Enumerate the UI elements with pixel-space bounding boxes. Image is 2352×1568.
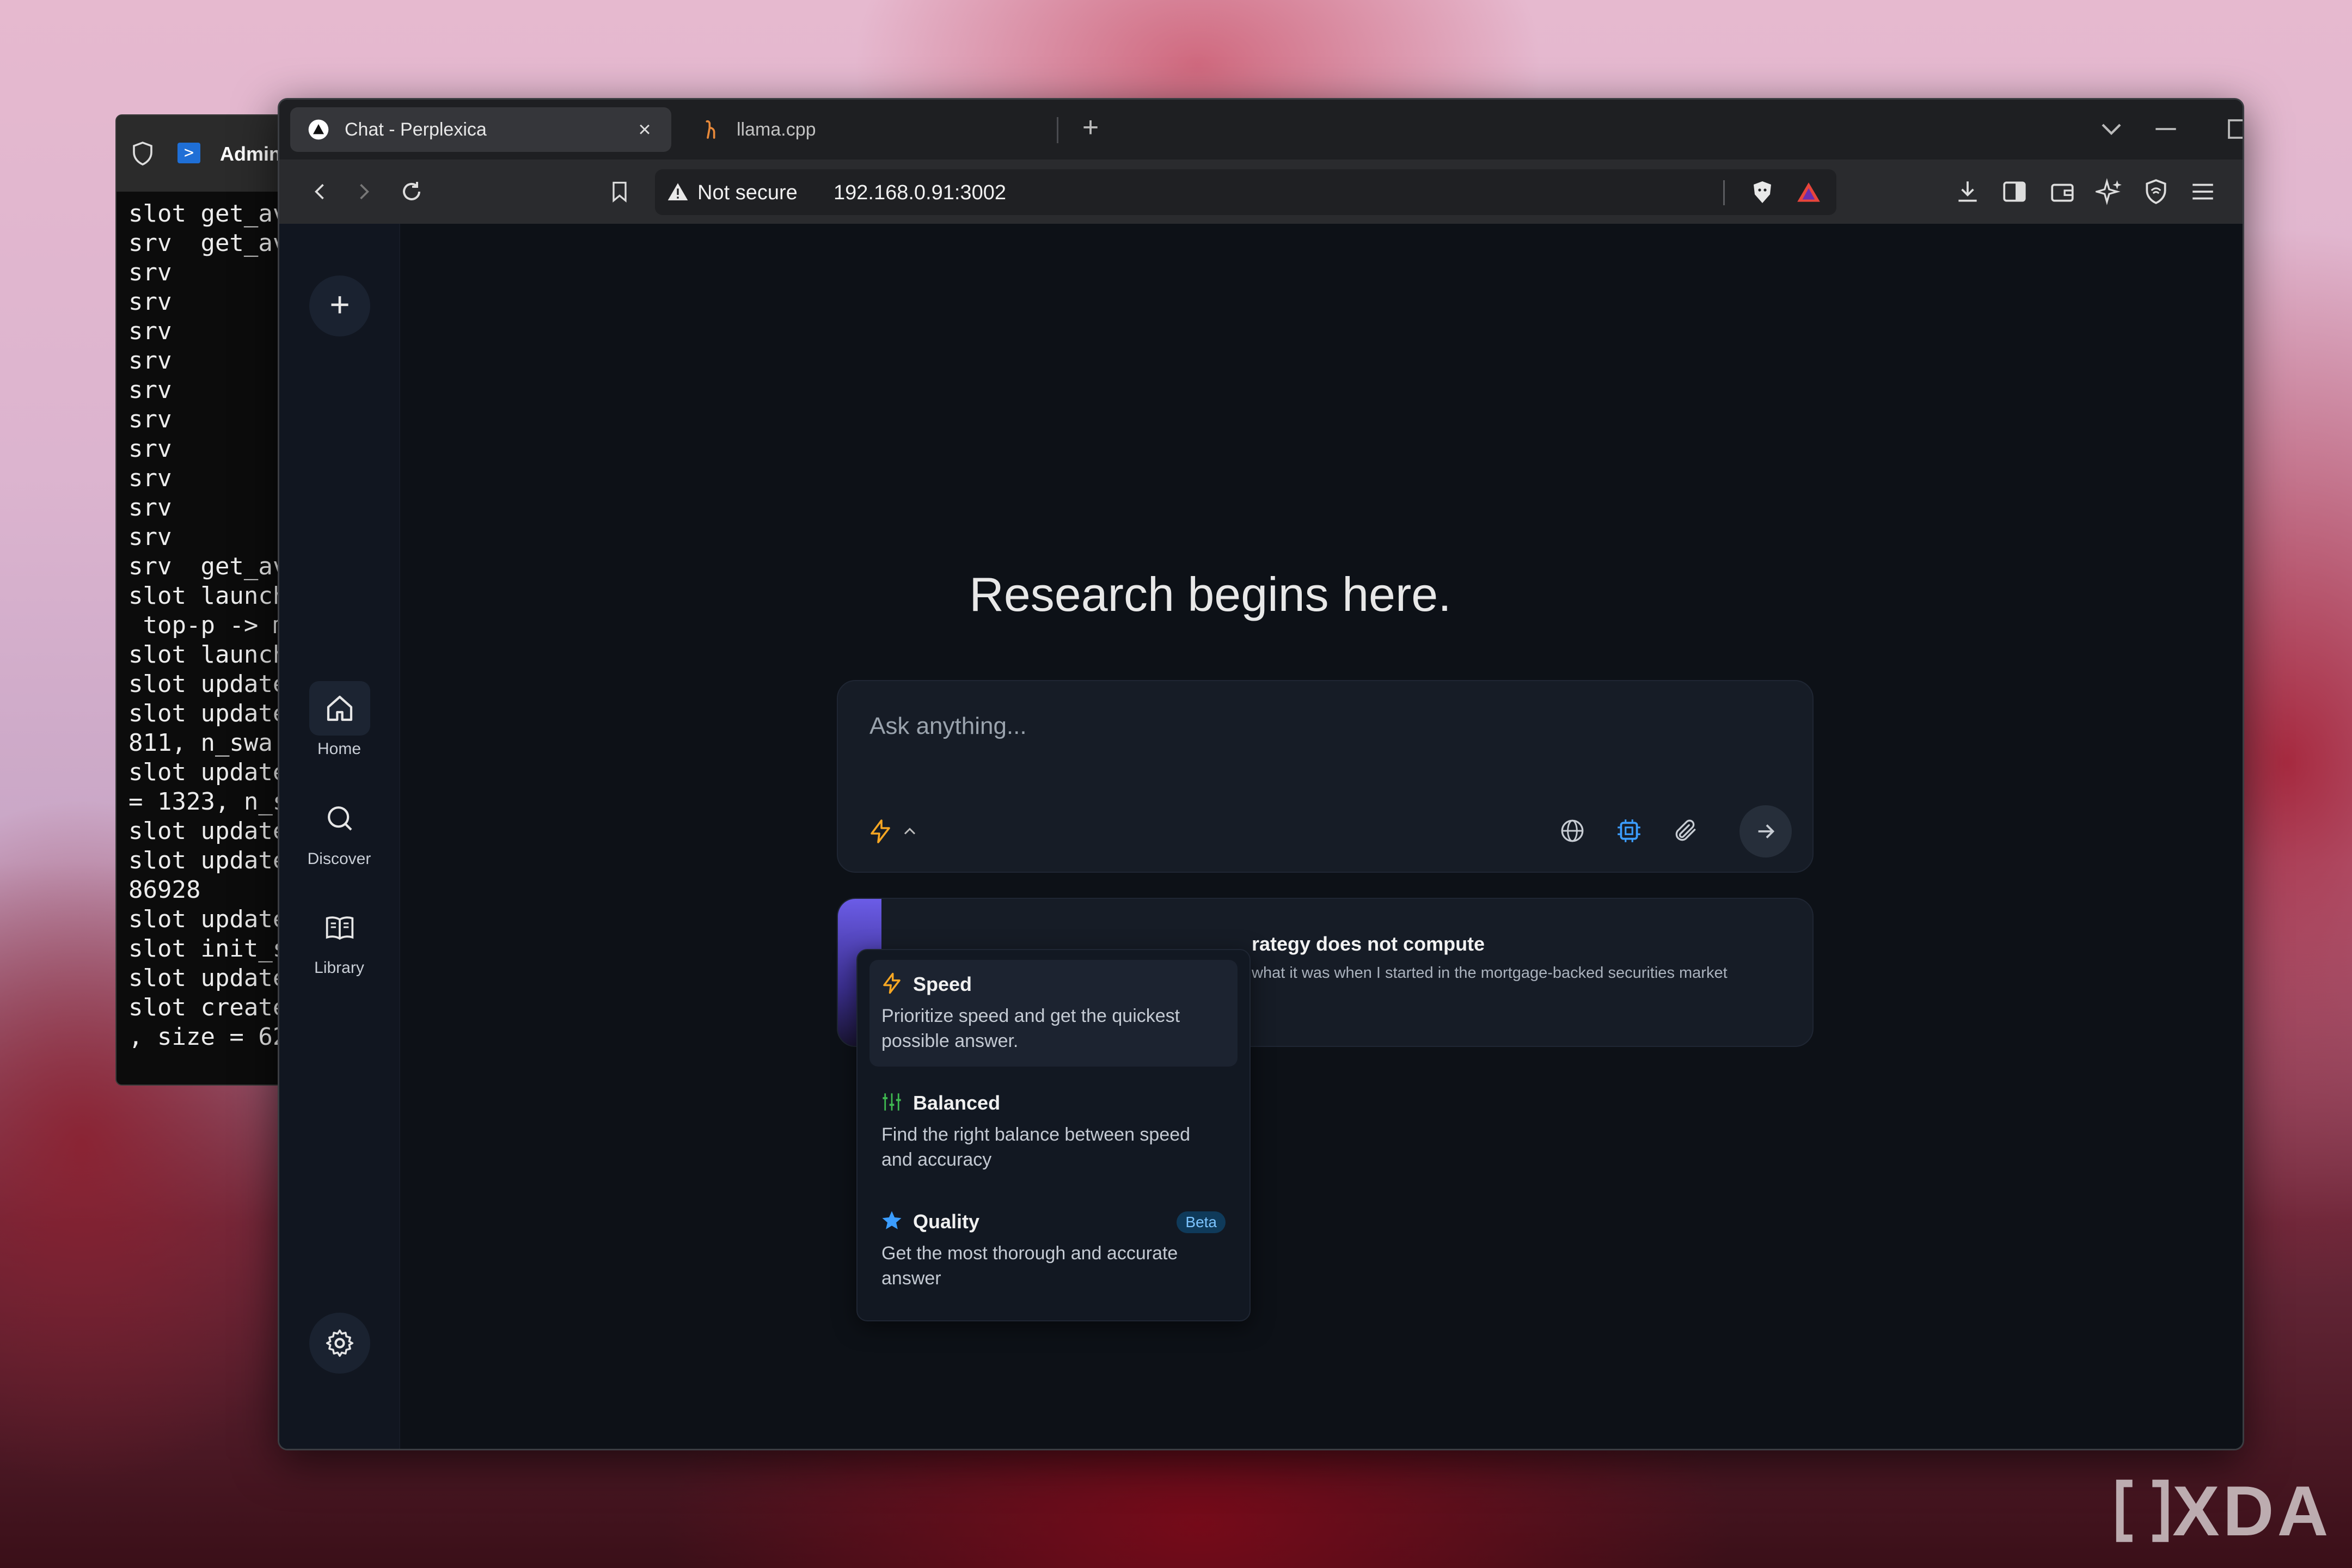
forward-arrow-icon <box>360 183 369 200</box>
chat-input-box[interactable]: Ask anything... <box>837 680 1814 873</box>
tab-perplexica[interactable]: Chat - Perplexica × <box>290 107 671 152</box>
vpn-button[interactable] <box>2137 173 2175 211</box>
tab-llama-cpp[interactable]: llama.cpp <box>682 107 954 152</box>
llama-favicon-icon <box>706 120 715 139</box>
browser-toolbar: Not secure 192.168.0.91:3002 <box>279 160 2243 224</box>
attach-button[interactable] <box>1668 813 1704 849</box>
optimization-mode-menu: Speed Prioritize speed and get the quick… <box>856 949 1251 1321</box>
tab-search-chevron-icon[interactable] <box>2092 112 2130 146</box>
cpu-chip-icon <box>1618 819 1640 842</box>
sparkle-icon <box>2096 178 2122 205</box>
url-divider <box>1723 180 1725 205</box>
mode-description: Prioritize speed and get the quickest po… <box>881 1006 1180 1051</box>
sidebar-item-library[interactable]: Library <box>279 900 399 993</box>
chevron-up-icon <box>904 828 916 835</box>
mode-name: Balanced <box>913 1092 1001 1114</box>
sidebar-toggle-button[interactable] <box>1995 173 2033 211</box>
sidebar: + Home Discover Library <box>279 224 400 1449</box>
tab-separator <box>1057 117 1058 143</box>
search-input[interactable]: Ask anything... <box>869 713 1027 740</box>
downloads-button[interactable] <box>1949 173 1987 211</box>
browser-window: Chat - Perplexica × llama.cpp + Not secu… <box>278 98 2244 1450</box>
wallet-icon <box>2051 183 2074 202</box>
reload-icon <box>403 182 420 200</box>
model-button[interactable] <box>1611 813 1647 849</box>
tab-strip: Chat - Perplexica × llama.cpp + <box>279 100 2243 160</box>
powershell-icon: > <box>177 143 200 163</box>
terminal-tab-title[interactable]: Admin <box>220 143 281 166</box>
tab-label: Chat - Perplexica <box>345 119 487 140</box>
forward-button[interactable] <box>345 173 383 211</box>
mode-name: Quality <box>913 1210 980 1233</box>
vpn-shield-icon <box>2146 179 2166 204</box>
address-bar[interactable]: Not secure 192.168.0.91:3002 <box>655 169 1836 215</box>
mode-name: Speed <box>913 973 972 995</box>
nav-icon-container <box>309 681 370 736</box>
url-text[interactable]: 192.168.0.91:3002 <box>834 181 1006 205</box>
brave-rewards-icon[interactable] <box>1795 179 1822 206</box>
download-icon <box>1958 181 1977 202</box>
lightning-icon <box>871 819 890 843</box>
mode-option-speed[interactable]: Speed Prioritize speed and get the quick… <box>869 960 1238 1067</box>
nav-icon-container <box>309 900 370 954</box>
web-search-button[interactable] <box>1554 813 1590 849</box>
card-title: rategy does not compute <box>1252 933 1485 955</box>
sidebar-item-discover[interactable]: Discover <box>279 791 399 884</box>
maximize-icon[interactable] <box>2219 112 2244 146</box>
sidebar-icon <box>2003 181 2026 202</box>
home-icon <box>327 695 353 721</box>
perplexica-app: + Home Discover Library Research begins … <box>279 224 2243 1449</box>
arrow-right-icon <box>1758 824 1775 838</box>
sliders-icon <box>883 1093 901 1111</box>
settings-button[interactable] <box>309 1313 370 1374</box>
mode-selector-button[interactable] <box>867 812 927 850</box>
search-icon <box>328 806 352 831</box>
mode-option-balanced[interactable]: Balanced Find the right balance between … <box>869 1079 1238 1185</box>
bookmark-button[interactable] <box>601 173 639 211</box>
sidebar-item-label: Home <box>317 740 362 758</box>
sidebar-item-home[interactable]: Home <box>279 681 399 774</box>
tab-label: llama.cpp <box>737 119 816 140</box>
book-icon <box>326 916 354 940</box>
sidebar-item-label: Discover <box>307 850 371 868</box>
gear-icon <box>326 1329 354 1357</box>
leo-ai-button[interactable] <box>2090 173 2128 211</box>
perplexica-favicon-icon <box>308 119 329 140</box>
beta-badge: Beta <box>1177 1211 1226 1233</box>
page-title: Research begins here. <box>969 567 1451 621</box>
minimize-icon[interactable] <box>2147 112 2185 146</box>
xda-logo-icon <box>2116 1479 2169 1542</box>
sidebar-item-label: Library <box>314 959 364 977</box>
not-secure-label[interactable]: Not secure <box>697 181 798 205</box>
mode-option-quality[interactable]: Quality Beta Get the most thorough and a… <box>869 1197 1238 1304</box>
xda-watermark: XDA <box>2112 1470 2331 1552</box>
wallet-button[interactable] <box>2043 173 2081 211</box>
hamburger-icon <box>2192 183 2213 200</box>
send-button[interactable] <box>1739 805 1792 857</box>
paperclip-icon <box>1675 819 1696 841</box>
menu-button[interactable] <box>2184 173 2222 211</box>
new-tab-button[interactable]: + <box>1074 112 1107 144</box>
mode-description: Find the right balance between speed and… <box>881 1124 1191 1170</box>
nav-icon-container <box>309 791 370 846</box>
back-arrow-icon <box>315 183 324 200</box>
lightning-icon <box>883 972 901 994</box>
warning-icon <box>667 183 688 200</box>
new-chat-button[interactable]: + <box>309 275 370 336</box>
mode-description: Get the most thorough and accurate answe… <box>881 1243 1178 1289</box>
reload-button[interactable] <box>393 173 431 211</box>
star-icon <box>882 1211 902 1229</box>
card-description: what it was when I started in the mortga… <box>1252 964 1728 982</box>
back-button[interactable] <box>301 173 339 211</box>
watermark-text: XDA <box>2172 1471 2332 1551</box>
globe-icon <box>1561 819 1584 842</box>
shield-icon <box>133 142 152 166</box>
close-tab-icon[interactable]: × <box>631 116 658 143</box>
bookmark-icon <box>612 181 627 203</box>
brave-shields-icon[interactable] <box>1749 179 1775 205</box>
